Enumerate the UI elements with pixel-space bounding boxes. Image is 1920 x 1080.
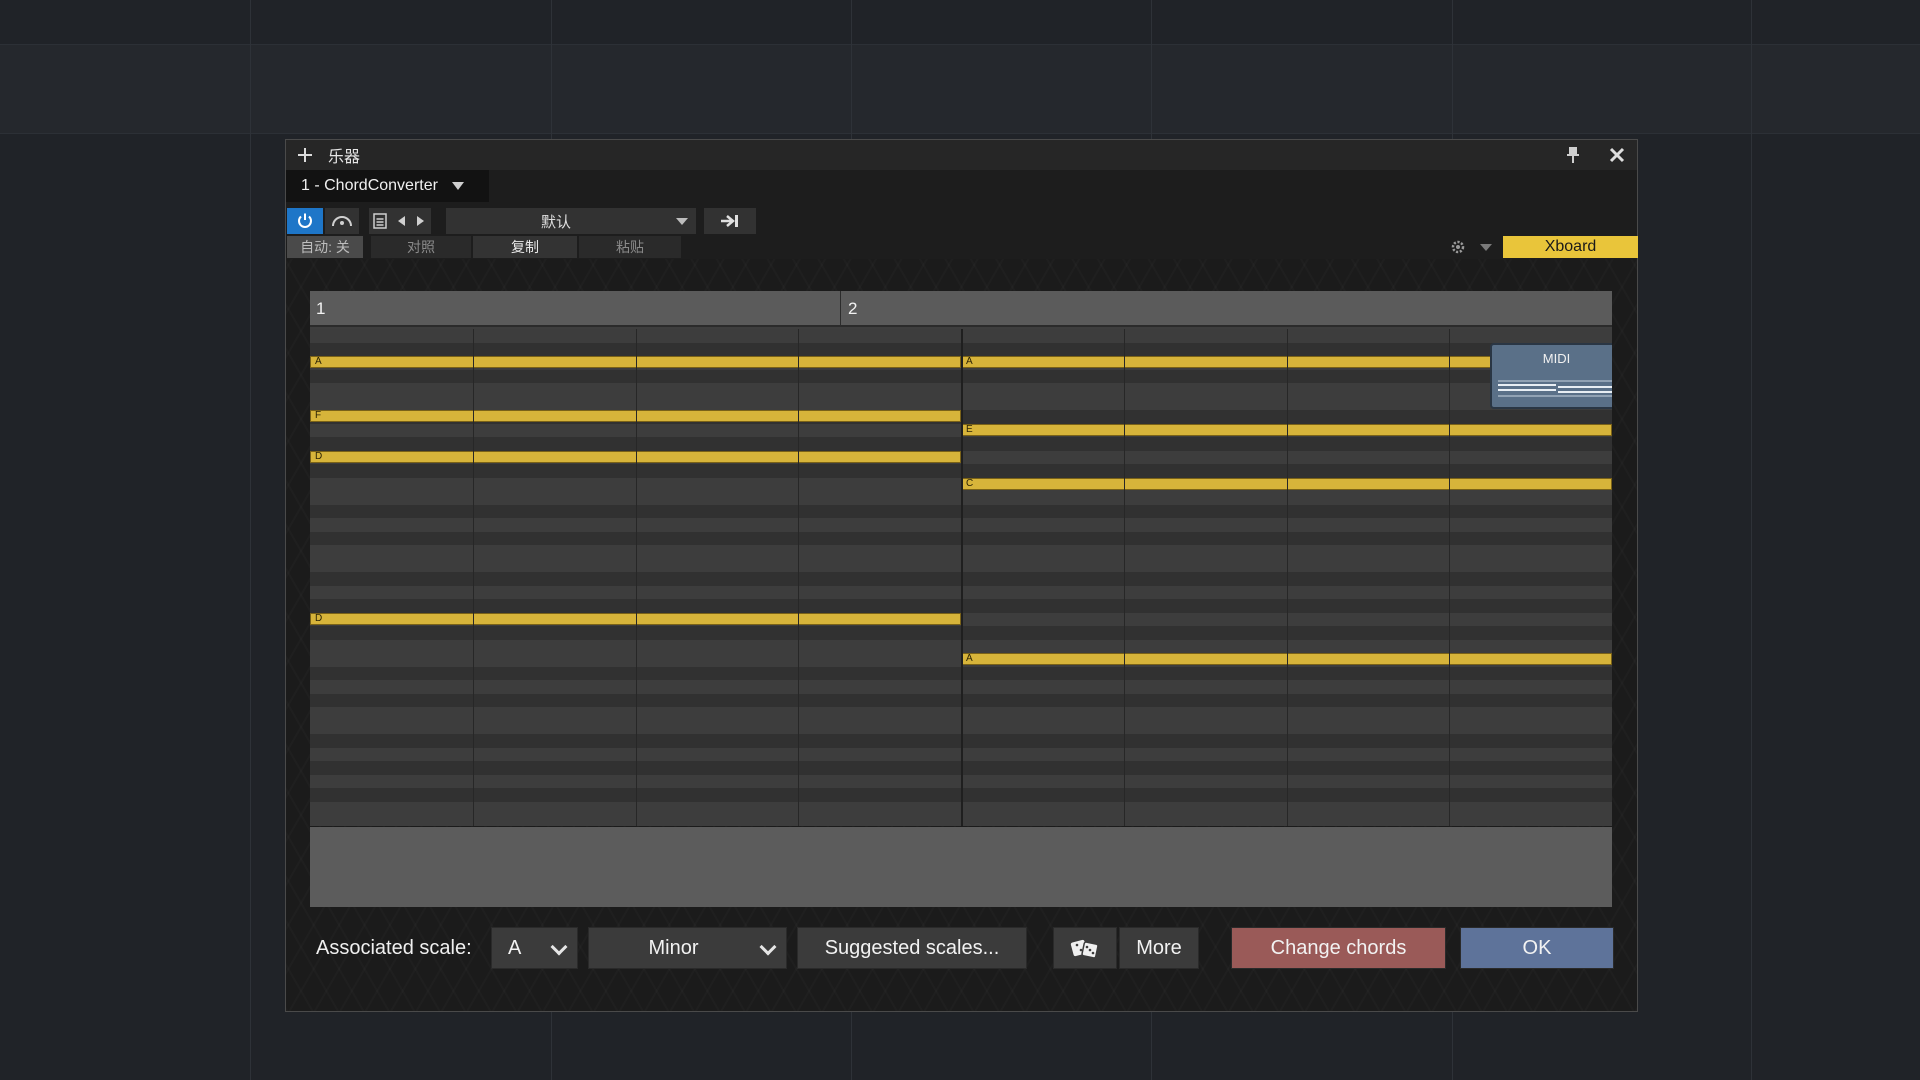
more-button[interactable]: More bbox=[1119, 927, 1199, 969]
preset-dropdown-label: 默认 bbox=[540, 213, 571, 231]
triangle-right-icon bbox=[417, 216, 424, 226]
chevron-down-icon bbox=[759, 938, 777, 956]
window-titlebar[interactable]: 乐器 bbox=[286, 140, 1637, 170]
copy-button[interactable]: 复制 bbox=[473, 236, 577, 258]
automation-toggle[interactable]: 自动: 关 bbox=[287, 236, 363, 258]
previous-preset-button[interactable] bbox=[391, 208, 411, 234]
dice-icon bbox=[1070, 939, 1099, 959]
background-grid-line bbox=[1751, 0, 1752, 1080]
note-label: A bbox=[966, 653, 973, 664]
scale-controls: Associated scale: A Minor Suggested scal… bbox=[310, 927, 1614, 971]
triangle-left-icon bbox=[398, 216, 405, 226]
bypass-icon bbox=[332, 216, 352, 227]
midi-clip-icon bbox=[1498, 380, 1612, 397]
ok-button[interactable]: OK bbox=[1460, 927, 1614, 969]
next-preset-button[interactable] bbox=[411, 208, 431, 234]
scale-mode-value: Minor bbox=[648, 936, 699, 959]
beat-line bbox=[1286, 329, 1288, 826]
plugin-window: 乐器 1 - ChordConverter 默认 自动: 关 对照 复制 粘贴 … bbox=[285, 139, 1638, 1012]
document-icon bbox=[373, 213, 387, 229]
associated-scale-label: Associated scale: bbox=[316, 937, 472, 959]
chevron-down-icon bbox=[451, 182, 464, 190]
note-label: D bbox=[315, 450, 323, 462]
beat-line bbox=[472, 329, 474, 826]
beat-line bbox=[1449, 329, 1451, 826]
midi-label: MIDI bbox=[1542, 351, 1571, 366]
preset-dropdown[interactable]: 默认 bbox=[446, 208, 696, 234]
background-track-band bbox=[0, 44, 1920, 134]
instrument-selector[interactable]: 1 - ChordConverter bbox=[286, 170, 489, 202]
bar-number: 1 bbox=[316, 299, 326, 318]
note-label: E bbox=[966, 423, 973, 435]
xboard-button[interactable]: Xboard bbox=[1503, 236, 1638, 258]
gear-icon bbox=[1451, 240, 1465, 254]
velocity-panel[interactable] bbox=[310, 827, 1612, 907]
bar-ruler[interactable]: 1 2 bbox=[310, 291, 1612, 327]
randomize-button[interactable] bbox=[1053, 927, 1117, 969]
chevron-down-icon bbox=[676, 218, 688, 225]
window-title: 乐器 bbox=[328, 149, 361, 166]
power-icon bbox=[298, 213, 312, 228]
bar-separator bbox=[840, 291, 841, 327]
send-to-track-button[interactable] bbox=[704, 208, 756, 234]
add-icon[interactable] bbox=[294, 144, 316, 166]
note-label: D bbox=[315, 612, 323, 624]
piano-roll[interactable]: 1 2 A A F E D C D A MIDI bbox=[310, 291, 1612, 826]
compare-button[interactable]: 对照 bbox=[371, 236, 471, 258]
power-button[interactable] bbox=[287, 208, 323, 234]
suggested-scales-button[interactable]: Suggested scales... bbox=[797, 927, 1027, 969]
plugin-toolbar: 默认 bbox=[286, 208, 1637, 234]
settings-button[interactable] bbox=[1447, 236, 1469, 258]
chord-converter-panel: 1 2 AAFEDCDA MIDI Associated scale: A Mi… bbox=[286, 259, 1637, 1011]
preset-list-button[interactable] bbox=[369, 208, 391, 234]
chevron-down-icon bbox=[550, 938, 568, 956]
scale-root-select[interactable]: A bbox=[491, 927, 578, 969]
beat-line bbox=[1123, 329, 1125, 826]
instrument-name: 1 - ChordConverter bbox=[301, 177, 438, 194]
pin-icon[interactable] bbox=[1565, 146, 1581, 164]
bar-line bbox=[961, 329, 963, 826]
bar-number: 2 bbox=[848, 299, 858, 318]
paste-button[interactable]: 粘贴 bbox=[579, 236, 681, 258]
scale-mode-select[interactable]: Minor bbox=[588, 927, 787, 969]
automation-row: 自动: 关 对照 复制 粘贴 Xboard bbox=[286, 236, 1638, 258]
background-grid-line bbox=[250, 0, 251, 1080]
note-label: A bbox=[966, 356, 973, 367]
note-label: C bbox=[966, 477, 974, 489]
chevron-down-icon[interactable] bbox=[1480, 244, 1492, 251]
close-icon[interactable] bbox=[1607, 145, 1627, 165]
bypass-button[interactable] bbox=[325, 208, 359, 234]
change-chords-button[interactable]: Change chords bbox=[1231, 927, 1446, 969]
note-label: A bbox=[315, 356, 322, 367]
beat-line bbox=[635, 329, 637, 826]
scale-root-value: A bbox=[508, 936, 522, 959]
midi-drag-badge[interactable]: MIDI bbox=[1490, 343, 1612, 409]
note-label: F bbox=[315, 410, 322, 421]
beat-line bbox=[798, 329, 800, 826]
arrow-to-end-icon bbox=[721, 215, 738, 227]
